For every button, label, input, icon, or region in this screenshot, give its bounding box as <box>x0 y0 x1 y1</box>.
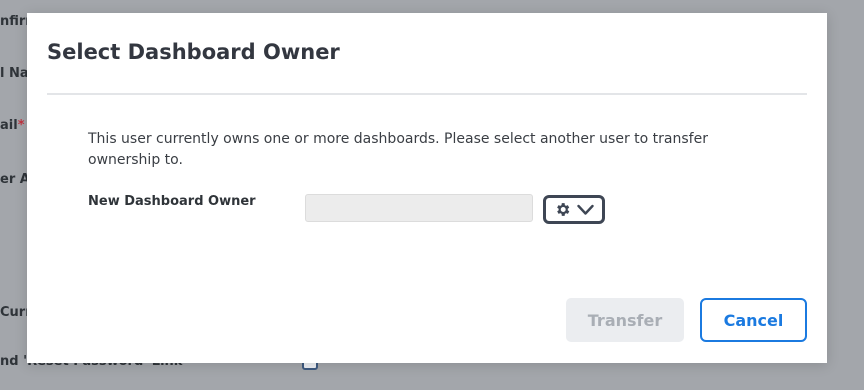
owner-options-dropdown[interactable] <box>543 195 605 224</box>
background-label-email: ail* <box>0 118 25 133</box>
new-owner-label: New Dashboard Owner <box>88 194 256 209</box>
chevron-down-icon <box>577 204 594 216</box>
dialog-message: This user currently owns one or more das… <box>88 131 708 168</box>
transfer-button[interactable]: Transfer <box>566 298 684 342</box>
dialog-divider <box>47 93 807 95</box>
cancel-button[interactable]: Cancel <box>700 298 807 342</box>
dialog-title: Select Dashboard Owner <box>47 40 340 64</box>
required-marker: * <box>17 118 25 133</box>
gear-icon <box>554 201 571 218</box>
new-owner-input[interactable] <box>305 194 533 222</box>
background-label-email-text: ail <box>0 118 18 133</box>
select-owner-dialog: Select Dashboard Owner This user current… <box>27 13 827 363</box>
